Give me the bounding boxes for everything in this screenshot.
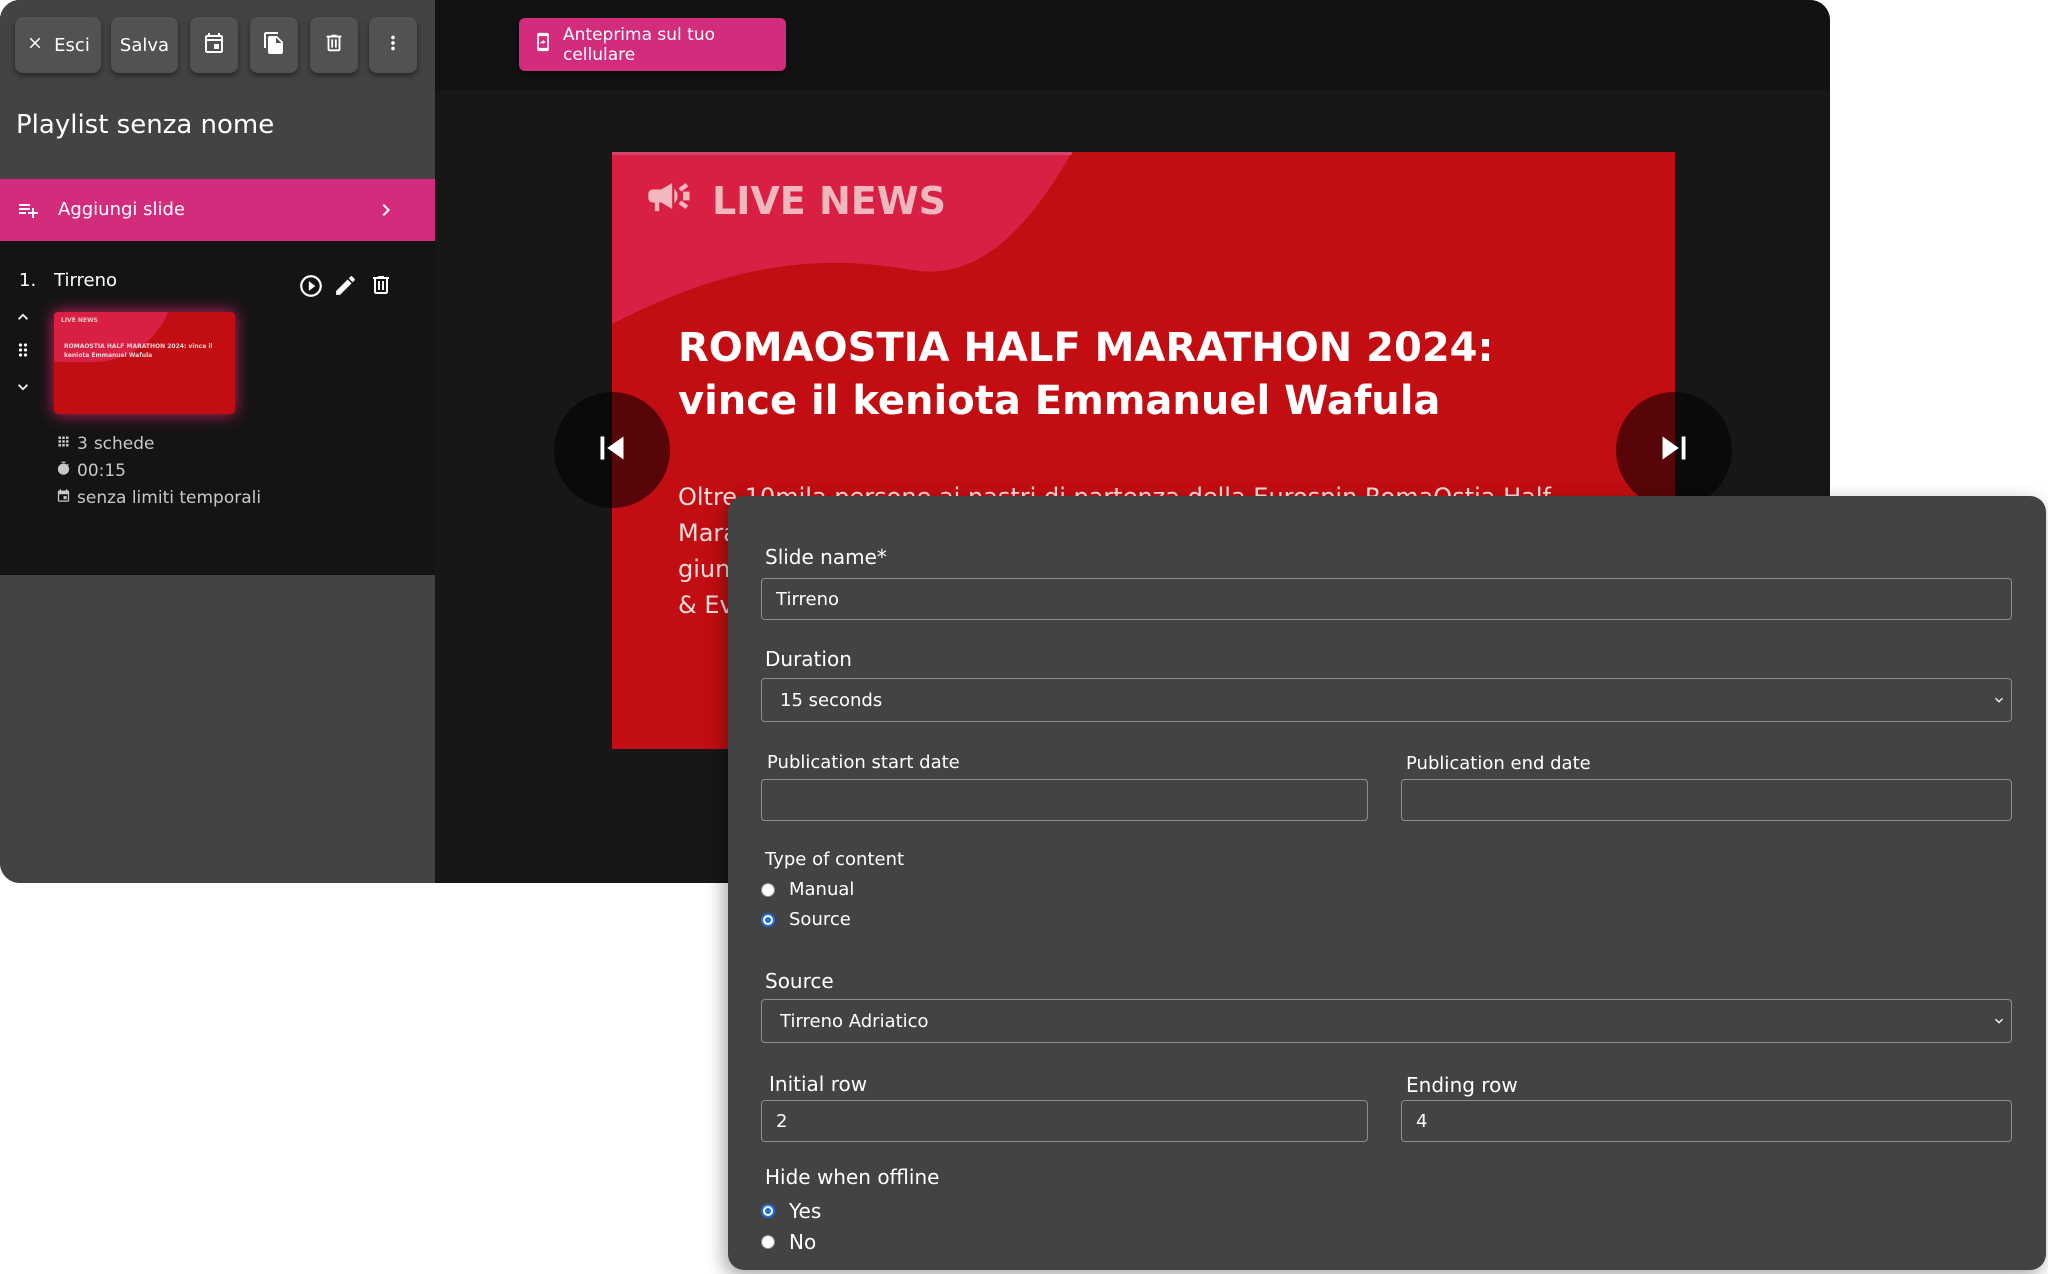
radio-unselected-icon bbox=[761, 882, 775, 897]
hide-offline-no-radio[interactable]: No bbox=[761, 1230, 816, 1254]
save-button[interactable]: Salva bbox=[111, 17, 178, 73]
save-label: Salva bbox=[119, 34, 170, 56]
more-options-button[interactable] bbox=[369, 17, 417, 73]
move-down-icon[interactable] bbox=[13, 377, 33, 401]
previous-slide-button[interactable] bbox=[554, 392, 670, 508]
delete-slide-button[interactable] bbox=[369, 273, 393, 301]
slide-cards-count: 3 schede bbox=[56, 434, 155, 454]
slide-name[interactable]: Tirreno bbox=[54, 270, 117, 291]
slide-thumbnail[interactable]: LIVE NEWS ROMAOSTIA HALF MARATHON 2024: … bbox=[54, 312, 235, 414]
initial-row-label: Initial row bbox=[769, 1072, 868, 1096]
playlist-add-icon bbox=[15, 198, 41, 227]
grid-icon bbox=[56, 434, 71, 454]
exit-button[interactable]: Esci bbox=[15, 17, 101, 73]
calendar-icon bbox=[202, 31, 226, 60]
play-slide-button[interactable] bbox=[298, 273, 324, 303]
phone-icon bbox=[533, 30, 553, 59]
add-slide-label: Aggiungi slide bbox=[58, 199, 186, 220]
trash-icon bbox=[323, 32, 345, 59]
exit-label: Esci bbox=[54, 34, 90, 56]
skip-next-icon bbox=[1651, 425, 1697, 475]
playlist-title[interactable]: Playlist senza nome bbox=[16, 110, 274, 140]
sidebar: Esci Salva Playlist senza nome Aggiungi … bbox=[0, 0, 435, 883]
source-select[interactable]: Tirreno Adriatico bbox=[761, 999, 2012, 1043]
delete-button[interactable] bbox=[310, 17, 358, 73]
duration-selected-value: 15 seconds bbox=[780, 689, 883, 711]
chevron-down-icon bbox=[1991, 692, 2007, 713]
copy-icon bbox=[262, 31, 286, 60]
slide-logo: LIVE NEWS bbox=[644, 174, 946, 227]
publication-end-date-label: Publication end date bbox=[1406, 753, 1591, 774]
ending-row-input[interactable]: 4 bbox=[1401, 1100, 2012, 1142]
drag-handle-icon[interactable] bbox=[13, 339, 33, 365]
hide-offline-no-label: No bbox=[789, 1230, 817, 1254]
cards-count: 3 bbox=[77, 434, 88, 454]
mobile-preview-button[interactable]: Anteprima sul tuo cellulare bbox=[519, 18, 786, 71]
publication-start-date-label: Publication start date bbox=[767, 752, 960, 773]
duplicate-button[interactable] bbox=[250, 17, 298, 73]
content-type-manual-label: Manual bbox=[789, 879, 855, 900]
slide-duration: 00:15 bbox=[56, 461, 126, 481]
slide-headline: ROMAOSTIA HALF MARATHON 2024: vince il k… bbox=[678, 325, 1494, 424]
duration-select[interactable]: 15 seconds bbox=[761, 678, 2012, 722]
megaphone-icon bbox=[644, 174, 696, 227]
slide-logo-text: LIVE NEWS bbox=[712, 178, 946, 223]
radio-unselected-icon bbox=[761, 1235, 775, 1249]
event-icon bbox=[56, 488, 71, 508]
slide-number: 1. bbox=[19, 270, 37, 291]
slide-name-label: Slide name* bbox=[765, 545, 887, 569]
ending-row-label: Ending row bbox=[1406, 1073, 1518, 1097]
mobile-preview-label: Anteprima sul tuo cellulare bbox=[563, 24, 716, 65]
next-slide-button[interactable] bbox=[1616, 392, 1732, 508]
content-type-source-label: Source bbox=[789, 909, 851, 930]
add-slide-button[interactable]: Aggiungi slide bbox=[0, 179, 435, 241]
duration-label: Duration bbox=[765, 647, 852, 671]
hide-offline-yes-label: Yes bbox=[789, 1199, 822, 1223]
chevron-right-icon bbox=[374, 198, 398, 227]
radio-selected-icon bbox=[761, 1204, 775, 1218]
schedule-value: senza limiti temporali bbox=[77, 488, 262, 508]
publication-start-date-input[interactable] bbox=[761, 779, 1368, 821]
close-icon bbox=[26, 34, 44, 57]
radio-selected-icon bbox=[761, 912, 775, 927]
chevron-down-icon bbox=[1991, 1013, 2007, 1034]
move-up-icon[interactable] bbox=[13, 307, 33, 331]
publication-end-date-input[interactable] bbox=[1401, 779, 2012, 821]
cards-label: schede bbox=[93, 434, 155, 454]
hide-when-offline-label: Hide when offline bbox=[765, 1165, 940, 1189]
thumb-headline: ROMAOSTIA HALF MARATHON 2024: vince il k… bbox=[64, 343, 213, 359]
slide-name-input[interactable]: Tirreno bbox=[761, 578, 2012, 620]
content-type-manual-radio[interactable]: Manual bbox=[761, 879, 854, 900]
source-selected-value: Tirreno Adriatico bbox=[780, 1010, 929, 1032]
edit-slide-button[interactable] bbox=[333, 273, 358, 302]
more-vertical-icon bbox=[382, 32, 404, 59]
hide-offline-yes-radio[interactable]: Yes bbox=[761, 1199, 821, 1223]
slide-schedule: senza limiti temporali bbox=[56, 488, 261, 508]
timer-icon bbox=[56, 461, 71, 481]
content-type-label: Type of content bbox=[765, 849, 905, 870]
duration-value: 00:15 bbox=[77, 461, 126, 481]
initial-row-input[interactable]: 2 bbox=[761, 1100, 1368, 1142]
schedule-button[interactable] bbox=[190, 17, 238, 73]
slide-settings-panel: Slide name* Tirreno Duration 15 seconds … bbox=[728, 496, 2046, 1270]
source-label: Source bbox=[765, 969, 834, 993]
thumb-logo: LIVE NEWS bbox=[61, 317, 98, 324]
content-type-source-radio[interactable]: Source bbox=[761, 909, 851, 930]
skip-previous-icon bbox=[589, 425, 635, 475]
